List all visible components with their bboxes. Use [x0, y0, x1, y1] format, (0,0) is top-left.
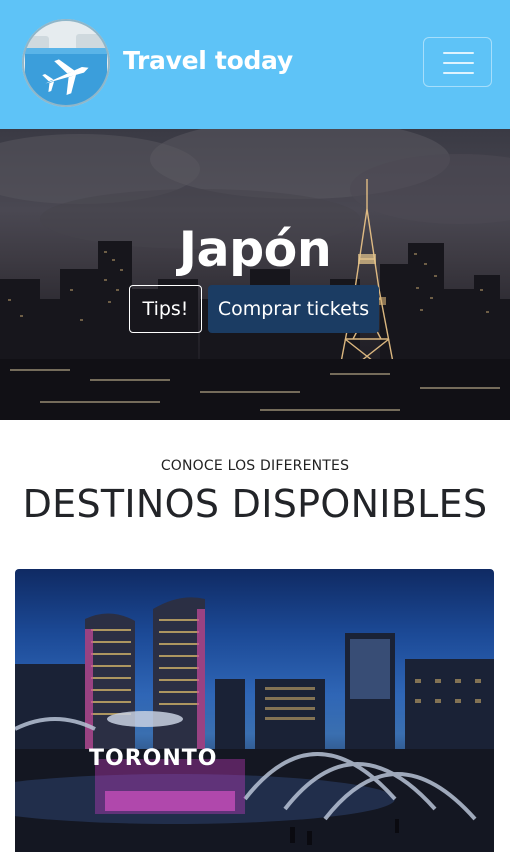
menu-toggle-button[interactable]	[423, 37, 492, 87]
tips-button[interactable]: Tips!	[129, 285, 202, 333]
toronto-sign: TORONTO	[89, 746, 217, 771]
destination-card[interactable]: TORONTO	[15, 569, 494, 852]
section-title: DESTINOS DISPONIBLES	[22, 482, 488, 526]
brand-name[interactable]: Travel today	[123, 46, 293, 75]
hamburger-icon-line	[443, 72, 474, 74]
hero-banner: Japón Tips! Comprar tickets	[0, 129, 510, 420]
hamburger-icon-line	[443, 52, 474, 54]
hero-title: Japón	[178, 221, 332, 278]
section-kicker: CONOCE LOS DIFERENTES	[160, 458, 350, 474]
buy-tickets-button[interactable]: Comprar tickets	[208, 285, 379, 333]
airplane-logo-icon[interactable]	[21, 18, 111, 108]
hamburger-icon-line	[443, 62, 474, 64]
toronto-city-hall-image: TORONTO	[15, 597, 494, 852]
navbar: Travel today	[0, 0, 510, 129]
